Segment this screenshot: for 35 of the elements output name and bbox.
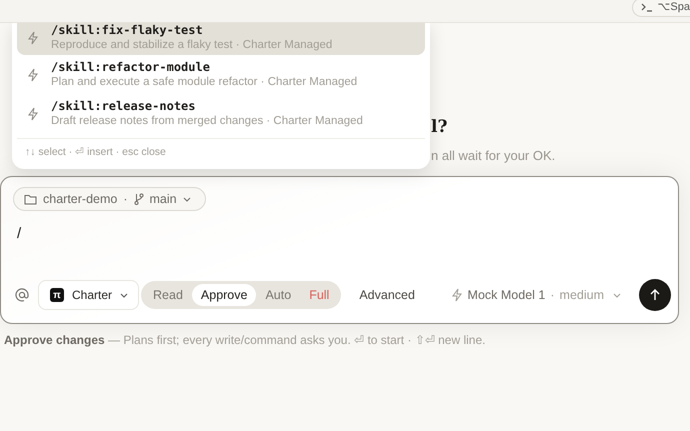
- terminal-icon: [641, 2, 654, 12]
- caret-icon: [120, 292, 128, 298]
- folder-icon: [24, 194, 37, 204]
- command-item[interactable]: /skill:refactor-module Plan and execute a safe module refactor · Charter Managed: [17, 55, 425, 94]
- bolt-icon: [27, 106, 39, 120]
- command-name: /skill:release-notes: [51, 98, 196, 114]
- send-button[interactable]: [639, 279, 671, 311]
- model-dropdown[interactable]: Mock Model 1 · medium: [444, 284, 627, 306]
- caret-icon: [613, 292, 621, 298]
- bolt-icon: [27, 68, 39, 82]
- command-description: Reproduce and stabilize a flaky test · Charter Managed: [51, 38, 332, 52]
- command-description: Draft release notes from merged changes · Charter Managed: [51, 114, 363, 128]
- keyboard-hint: ↑↓ select · ⏎ insert · esc close: [25, 146, 166, 158]
- mode-tab[interactable]: Auto: [256, 284, 300, 306]
- caret-icon: [182, 196, 191, 202]
- shortcut-pill[interactable]: ⌥Spa: [632, 0, 690, 16]
- branch-icon: [134, 193, 144, 205]
- command-description: Plan and execute a safe module refactor · Charter Managed: [51, 74, 358, 90]
- workspace-chip[interactable]: charter-demo · main: [13, 187, 206, 211]
- command-name: /skill:fix-flaky-test: [51, 22, 204, 38]
- agent-dropdown[interactable]: π Charter: [38, 280, 140, 310]
- command-item[interactable]: /skill:fix-flaky-test Reproduce and stabilize a flaky test · Charter Managed: [17, 23, 425, 55]
- at-icon[interactable]: [14, 287, 30, 303]
- mode-tab[interactable]: Read: [144, 284, 192, 306]
- bolt-icon: [27, 30, 39, 44]
- arrow-up-icon: [650, 289, 660, 301]
- command-item[interactable]: /skill:release-notes Draft release notes from merged changes · Charter Managed: [17, 94, 425, 133]
- mode-tab[interactable]: Approve: [192, 284, 256, 306]
- mode-description: Approve changes — Plans first; every write/command asks you. ⏎ to start · ⇧⏎ new line.: [3, 332, 486, 349]
- bolt-icon: [450, 288, 463, 302]
- heading: l?: [431, 116, 448, 138]
- command-name: /skill:refactor-module: [51, 60, 211, 74]
- subtitle: n all wait for your OK.: [431, 147, 556, 165]
- message-input[interactable]: /: [13, 223, 213, 246]
- advanced-button[interactable]: Advanced: [353, 284, 421, 306]
